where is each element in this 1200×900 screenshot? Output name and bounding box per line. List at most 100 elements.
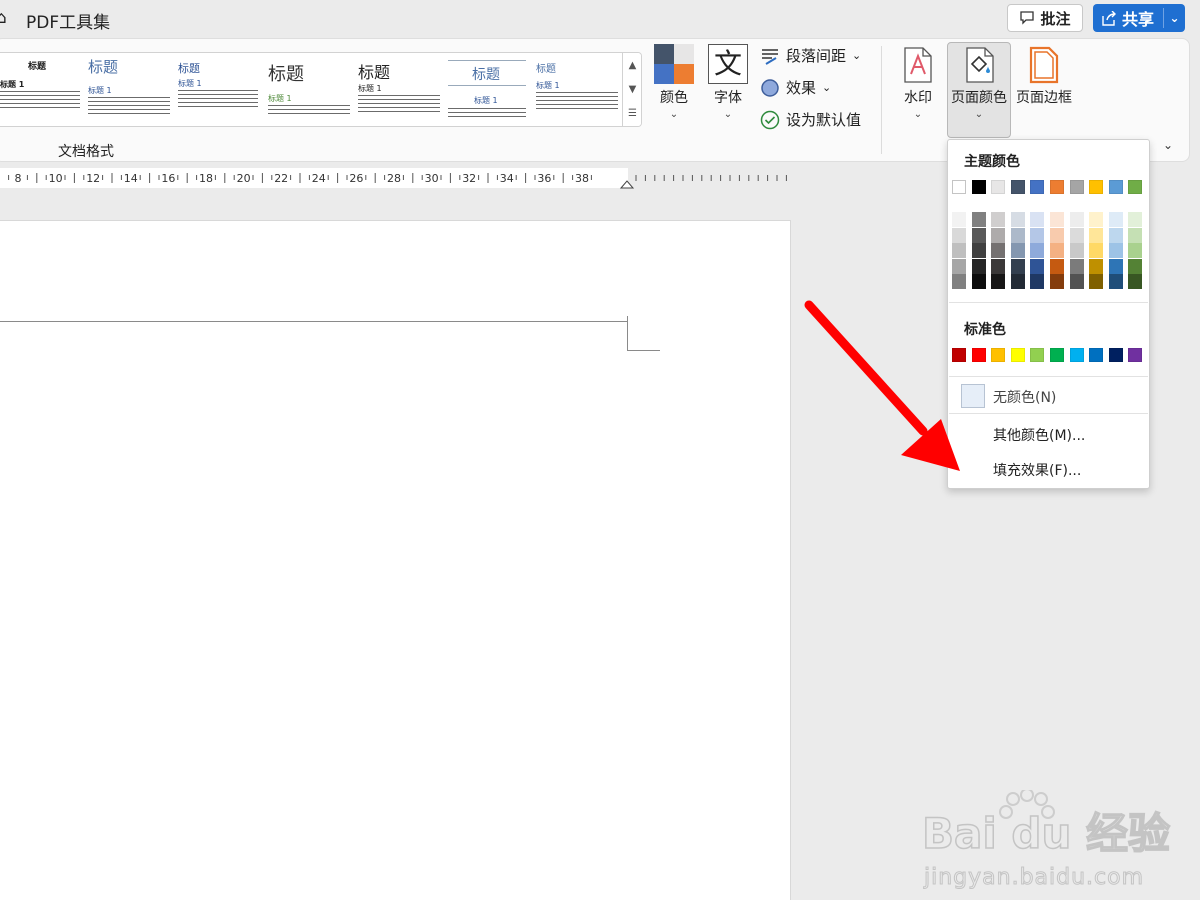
ribbon-collapse-chevron-icon[interactable]: ⌄	[1163, 138, 1173, 152]
theme-shade-swatch[interactable]	[1069, 212, 1084, 227]
horizontal-ruler[interactable]: 8 10 12 14 16 18 20 22 24 26 28 30 32 34 36 38	[0, 166, 800, 190]
theme-color-swatch[interactable]	[952, 180, 966, 194]
style-option[interactable]: 标题 标题 1	[178, 53, 262, 126]
theme-shade-swatch[interactable]	[1010, 274, 1025, 289]
theme-shade-swatch[interactable]	[952, 212, 966, 227]
theme-shade-swatch[interactable]	[991, 212, 1006, 227]
theme-shade-swatch[interactable]	[1069, 227, 1084, 243]
theme-shade-swatch[interactable]	[1128, 227, 1143, 243]
standard-color-swatch[interactable]	[991, 348, 1006, 362]
effects-button[interactable]: 效果 ⌄	[760, 77, 831, 98]
theme-shade-swatch[interactable]	[1050, 212, 1064, 227]
standard-color-swatch[interactable]	[1030, 348, 1045, 362]
theme-shade-swatch[interactable]	[1010, 258, 1025, 274]
theme-shade-swatch[interactable]	[1010, 227, 1025, 243]
theme-shade-swatch[interactable]	[1050, 243, 1064, 258]
page-color-button[interactable]: 页面颜色 ⌄	[947, 46, 1011, 120]
theme-shade-swatch[interactable]	[1089, 243, 1104, 258]
standard-color-swatch[interactable]	[1010, 348, 1025, 362]
theme-shade-swatch[interactable]	[1069, 274, 1084, 289]
style-option[interactable]: 标题 标题 1	[536, 53, 620, 126]
theme-shade-swatch[interactable]	[1108, 212, 1123, 227]
theme-shade-swatch[interactable]	[971, 227, 986, 243]
standard-color-swatch[interactable]	[1050, 348, 1064, 362]
style-option[interactable]: 标题 标题 1	[0, 53, 86, 126]
fill-effects-option[interactable]: 填充效果(F)...	[993, 460, 1081, 480]
theme-shade-swatch[interactable]	[952, 274, 966, 289]
theme-shade-swatch[interactable]	[1050, 227, 1064, 243]
style-option[interactable]: 标题 标题 1	[446, 53, 530, 126]
gallery-scroll-down-icon[interactable]: ▼	[622, 77, 641, 101]
theme-shade-swatch[interactable]	[991, 227, 1006, 243]
theme-shade-swatch[interactable]	[1030, 243, 1045, 258]
gallery-scroll-up-icon[interactable]: ▲	[622, 53, 641, 77]
theme-color-swatch[interactable]	[1050, 180, 1064, 194]
theme-shade-swatch[interactable]	[971, 274, 986, 289]
style-option[interactable]: 标题 标题 1	[86, 53, 176, 126]
theme-color-swatch[interactable]	[991, 180, 1006, 194]
colors-button[interactable]: 颜色 ⌄	[650, 44, 698, 120]
theme-color-swatch[interactable]	[1108, 180, 1123, 194]
theme-shade-swatch[interactable]	[991, 258, 1006, 274]
theme-shade-swatch[interactable]	[1069, 258, 1084, 274]
style-heading1: 标题 1	[268, 94, 292, 103]
standard-color-swatch[interactable]	[1089, 348, 1104, 362]
set-as-default-button[interactable]: 设为默认值	[760, 109, 861, 130]
theme-shade-swatch[interactable]	[1108, 274, 1123, 289]
theme-shade-swatch[interactable]	[1010, 243, 1025, 258]
theme-color-swatch[interactable]	[1089, 180, 1104, 194]
theme-shade-swatch[interactable]	[952, 243, 966, 258]
theme-shade-swatch[interactable]	[1089, 227, 1104, 243]
standard-color-swatch[interactable]	[1108, 348, 1123, 362]
style-option[interactable]: 标题 标题 1	[356, 53, 442, 126]
style-gallery[interactable]: 标题 标题 1 标题 标题 1 标题 标题 1 标题 标题 1 标题 标题 1 …	[0, 52, 642, 127]
theme-shade-swatch[interactable]	[991, 274, 1006, 289]
theme-shade-swatch[interactable]	[1089, 212, 1104, 227]
standard-color-swatch[interactable]	[1128, 348, 1143, 362]
theme-shade-swatch[interactable]	[1108, 243, 1123, 258]
theme-shade-swatch[interactable]	[952, 258, 966, 274]
share-button[interactable]: 共享 ⌄	[1093, 4, 1185, 32]
theme-shade-swatch[interactable]	[971, 258, 986, 274]
theme-shade-swatch[interactable]	[1030, 258, 1045, 274]
more-colors-option[interactable]: 其他颜色(M)...	[993, 425, 1085, 445]
theme-shade-swatch[interactable]	[1030, 212, 1045, 227]
theme-shade-swatch[interactable]	[971, 212, 986, 227]
theme-color-swatch[interactable]	[1030, 180, 1045, 194]
theme-color-swatch[interactable]	[1128, 180, 1143, 194]
theme-color-swatch[interactable]	[1069, 180, 1084, 194]
no-color-option[interactable]: 无颜色(N)	[993, 387, 1056, 407]
theme-shade-swatch[interactable]	[1089, 258, 1104, 274]
home-icon[interactable]: ⌂	[0, 8, 7, 28]
theme-shade-swatch[interactable]	[1108, 227, 1123, 243]
paragraph-spacing-button[interactable]: 段落间距 ⌄	[760, 45, 861, 66]
theme-shade-swatch[interactable]	[1128, 274, 1143, 289]
theme-shade-swatch[interactable]	[1128, 243, 1143, 258]
watermark-button[interactable]: 水印 ⌄	[896, 46, 940, 120]
gallery-more-icon[interactable]: ☰	[622, 101, 641, 126]
standard-color-swatch[interactable]	[1069, 348, 1084, 362]
theme-color-swatch[interactable]	[1010, 180, 1025, 194]
comment-button[interactable]: 批注	[1007, 4, 1083, 32]
style-option[interactable]: 标题 标题 1	[266, 53, 352, 126]
style-heading1: 标题 1	[88, 86, 112, 95]
theme-shade-swatch[interactable]	[1050, 274, 1064, 289]
share-dropdown-chevron-icon[interactable]: ⌄	[1164, 11, 1185, 25]
page-borders-button[interactable]: 页面边框	[1012, 46, 1076, 107]
theme-color-swatch[interactable]	[971, 180, 986, 194]
theme-shade-swatch[interactable]	[1030, 227, 1045, 243]
theme-shade-swatch[interactable]	[1128, 212, 1143, 227]
document-page[interactable]	[0, 220, 791, 900]
theme-shade-swatch[interactable]	[952, 227, 966, 243]
theme-shade-swatch[interactable]	[1128, 258, 1143, 274]
theme-shade-swatch[interactable]	[1069, 243, 1084, 258]
fonts-button[interactable]: 文 字体 ⌄	[705, 44, 751, 120]
theme-shade-swatch[interactable]	[971, 243, 986, 258]
theme-shade-swatch[interactable]	[1030, 274, 1045, 289]
theme-shade-swatch[interactable]	[1050, 258, 1064, 274]
theme-shade-swatch[interactable]	[1010, 212, 1025, 227]
theme-shade-swatch[interactable]	[1089, 274, 1104, 289]
chevron-down-icon: ⌄	[974, 109, 984, 120]
theme-shade-swatch[interactable]	[991, 243, 1006, 258]
theme-shade-swatch[interactable]	[1108, 258, 1123, 274]
